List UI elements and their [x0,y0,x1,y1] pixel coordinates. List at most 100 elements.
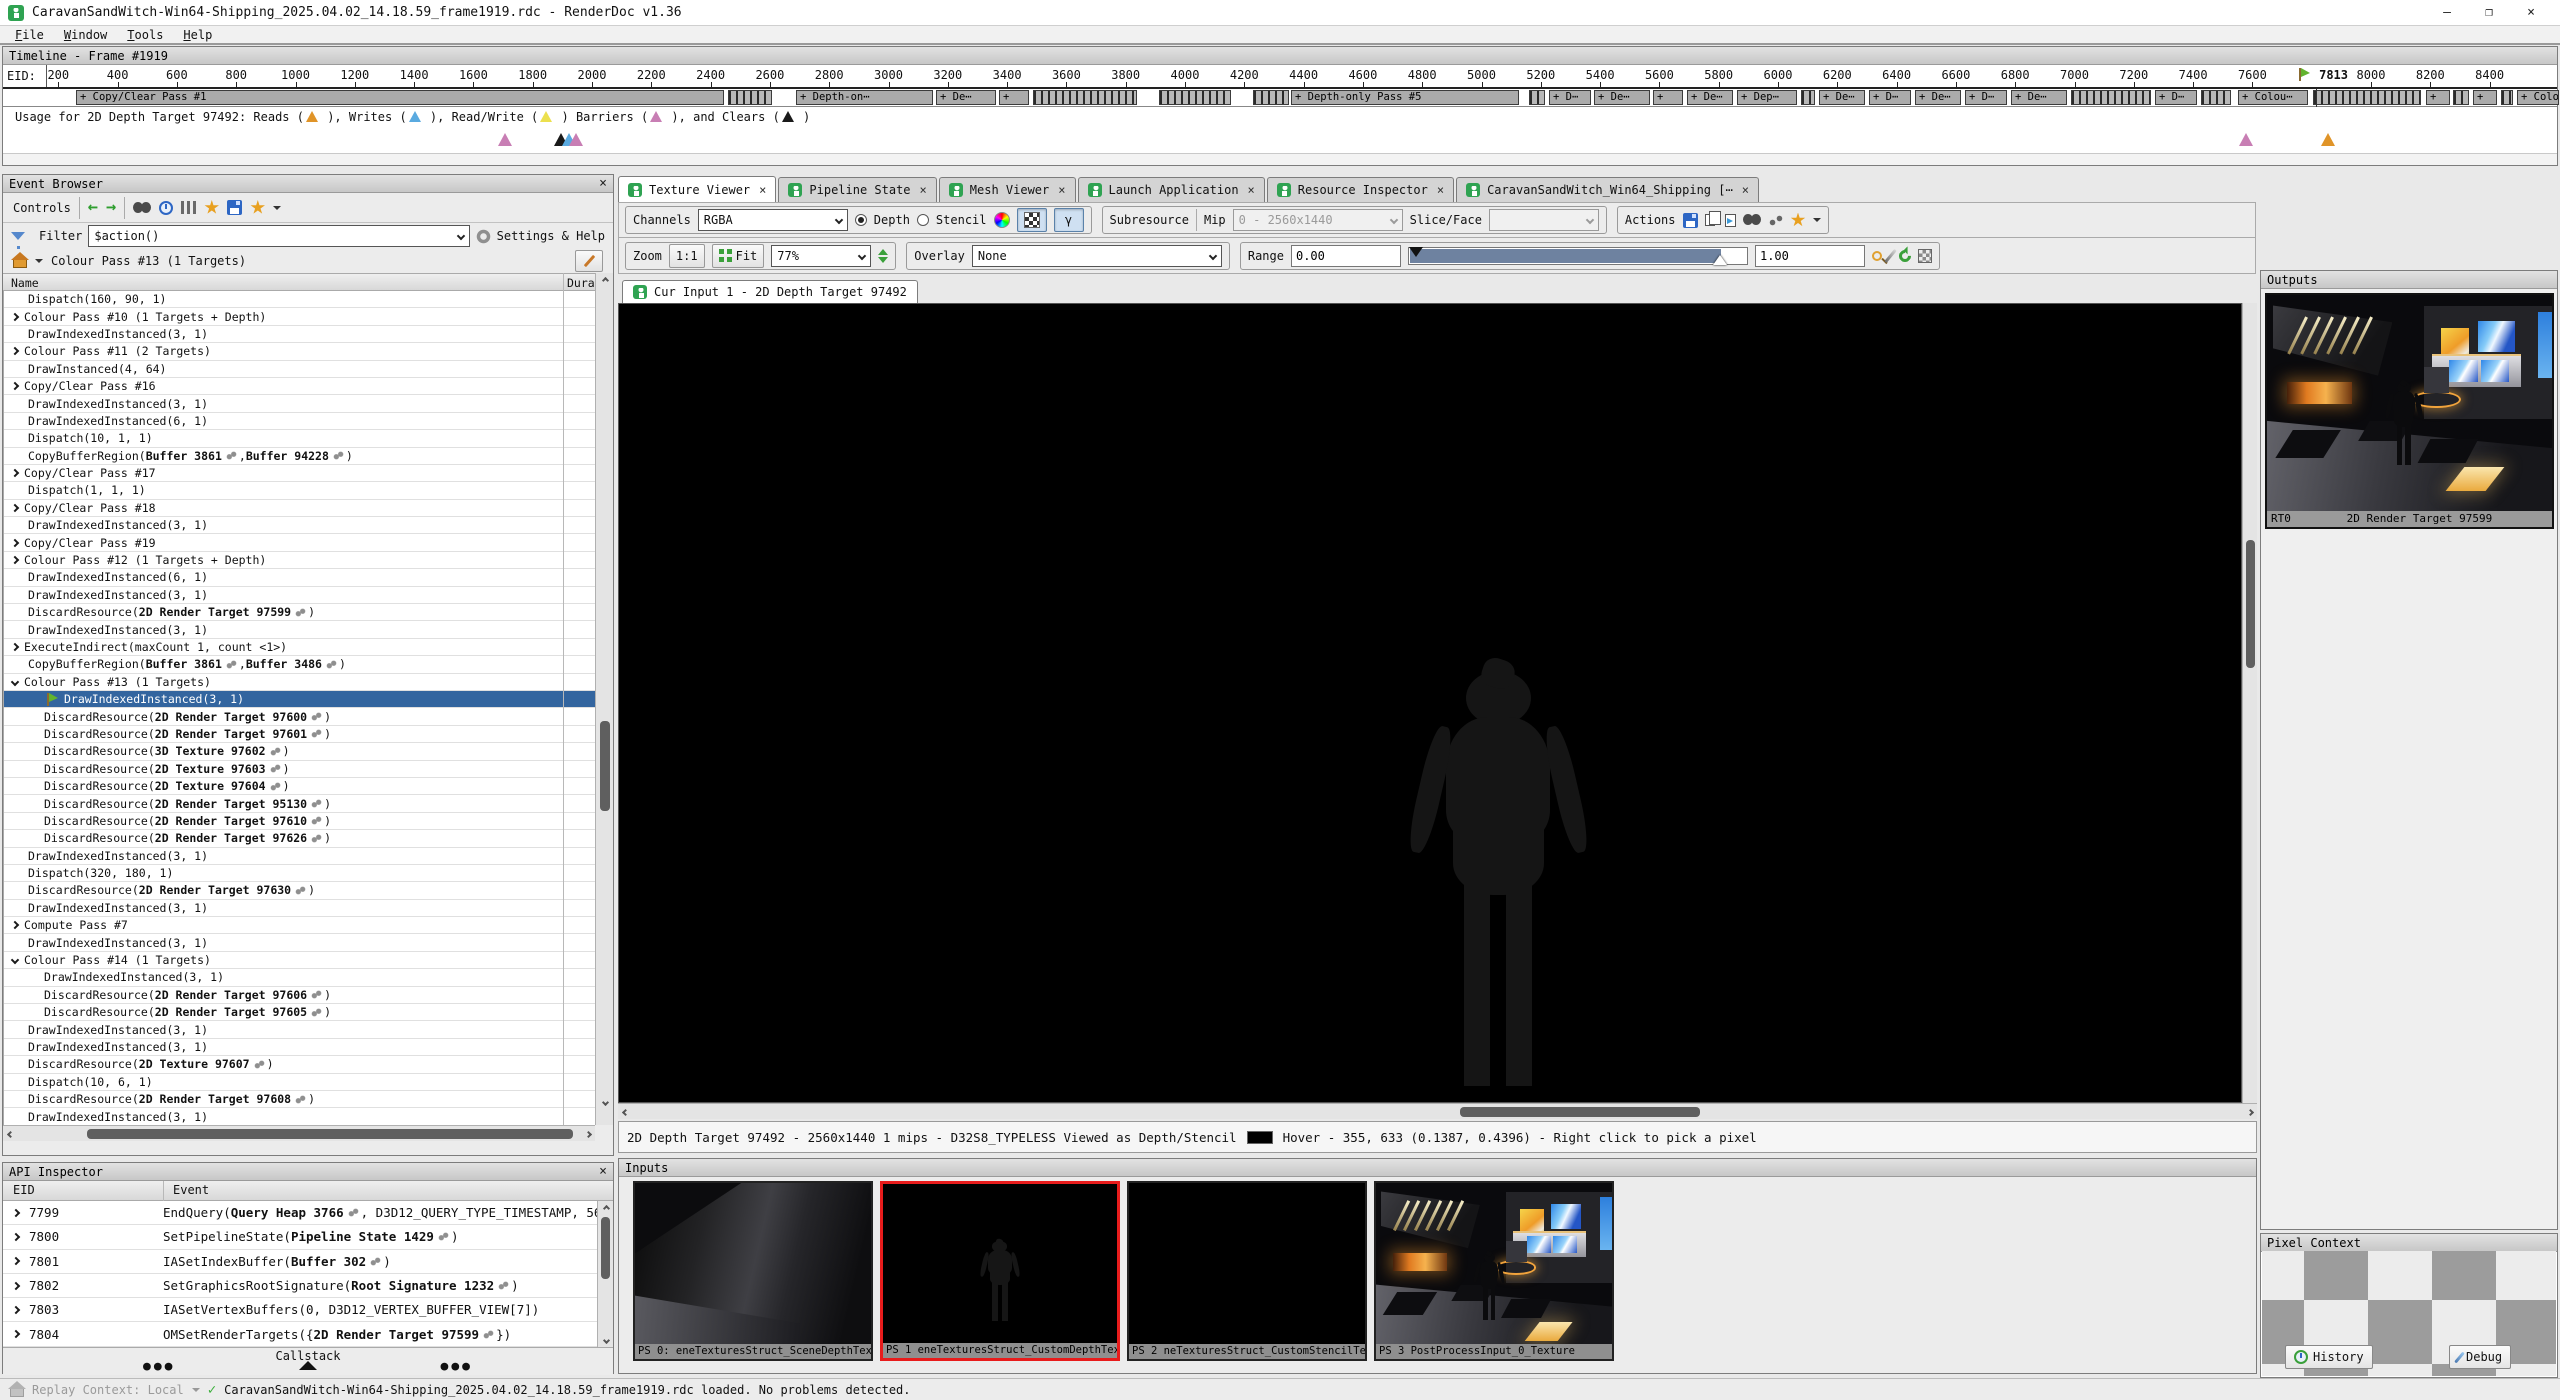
event-list-vscrollbar[interactable] [595,273,613,1125]
resource-link-icon[interactable] [267,744,283,758]
resource-link[interactable]: Buffer 3861 [146,657,222,671]
expand-icon[interactable] [12,1233,20,1241]
tab-close-icon[interactable]: × [1058,183,1065,197]
depth-radio[interactable] [855,214,867,226]
debug-button[interactable]: Debug [2449,1345,2511,1369]
texture-tab[interactable]: Cur Input 1 - 2D Depth Target 97492 [622,280,918,303]
tab-close-icon[interactable]: × [759,183,766,197]
scroll-thumb[interactable] [87,1129,573,1139]
timeline-pass-block[interactable]: + Copy/Clear Pass #1 [76,90,724,105]
event-row[interactable]: DrawIndexedInstanced(3, 1) [4,587,595,604]
resource-link[interactable]: Buffer 3486 [246,657,322,671]
link-icon[interactable] [1766,212,1784,228]
range-white-point-handle[interactable] [1713,255,1727,265]
chevron-down-icon[interactable] [35,259,43,267]
close-icon[interactable]: × [599,176,607,191]
statistics-icon[interactable] [181,201,196,214]
history-button[interactable]: History [2285,1345,2373,1369]
resource-link[interactable]: 2D Texture 97603 [155,762,266,776]
expand-icon[interactable] [11,643,19,651]
checkerboard-background-button[interactable] [1017,208,1047,232]
event-row[interactable]: DiscardResource(2D Render Target 95130) [4,795,595,812]
resource-link-icon[interactable] [496,1278,512,1292]
expand-icon[interactable] [11,469,19,477]
timeline-pass-block[interactable]: + [2473,90,2497,105]
resource-link-icon[interactable] [293,605,309,619]
close-button[interactable]: × [2510,0,2552,25]
timeline-draw-marks[interactable] [728,90,772,105]
timeline-draw-marks[interactable] [1253,90,1289,105]
event-row[interactable]: DrawIndexedInstanced(3, 1) [4,517,595,534]
scroll-thumb[interactable] [1460,1107,1700,1117]
event-row[interactable]: ExecuteIndirect(maxCount 1, count <1>) [4,639,595,656]
tab-resource-inspector[interactable]: Resource Inspector× [1267,177,1454,202]
tab-mesh-viewer[interactable]: Mesh Viewer× [939,177,1076,202]
event-row[interactable]: DiscardResource(2D Render Target 97599) [4,604,595,621]
resource-link-icon[interactable] [267,779,283,793]
replay-context-icon[interactable] [10,1389,24,1397]
event-row[interactable]: DiscardResource(2D Render Target 97626) [4,830,595,847]
expand-icon[interactable] [11,921,19,929]
resource-link[interactable]: 2D Render Target 97600 [155,710,307,724]
copy-icon[interactable] [1705,214,1715,226]
filter-input[interactable]: $action() [88,225,469,247]
chevron-down-icon[interactable] [192,1388,200,1396]
collapse-icon[interactable] [11,956,19,964]
timeline-pass-block[interactable]: + [999,90,1029,105]
overlay-select[interactable]: None [972,245,1222,267]
timeline-draw-marks[interactable] [1033,90,1137,105]
event-row[interactable]: Colour Pass #11 (2 Targets) [4,343,595,360]
find-event-icon[interactable] [133,202,151,214]
scroll-thumb[interactable] [600,721,610,811]
scroll-right-icon[interactable] [581,1127,595,1141]
event-row[interactable]: DrawIndexedInstanced(3, 1) [4,691,595,708]
resource-link[interactable]: Buffer 94228 [246,449,329,463]
minimize-button[interactable]: – [2426,0,2468,25]
flip-y-icon[interactable] [878,249,888,263]
event-row[interactable]: Dispatch(160, 90, 1) [4,291,595,308]
color-wheel-icon[interactable] [994,212,1010,228]
range-min-input[interactable] [1291,245,1401,267]
tab-close-icon[interactable]: × [1742,183,1749,197]
event-row[interactable]: DrawIndexedInstanced(6, 1) [4,569,595,586]
timeline-pass-block[interactable]: + De⋯ [1594,90,1650,105]
resource-link-icon[interactable] [324,657,340,671]
event-row[interactable]: DrawIndexedInstanced(3, 1) [4,326,595,343]
tab-close-icon[interactable]: × [920,183,927,197]
zoom-level-select[interactable]: 77% [771,245,871,267]
resource-link[interactable]: 2D Render Target 97605 [155,1005,307,1019]
chevron-down-icon[interactable] [1813,218,1821,226]
settings-help-link[interactable]: Settings & Help [497,229,605,243]
menu-file[interactable]: File [6,28,53,42]
timeline-pass-block[interactable]: + Colou⋯ [2238,90,2308,105]
zoom-fit-button[interactable]: Fit [712,244,765,268]
expand-icon[interactable] [11,382,19,390]
expand-icon[interactable] [11,538,19,546]
event-row[interactable]: DiscardResource(2D Texture 97604) [4,778,595,795]
expand-icon[interactable] [12,1208,20,1216]
event-row[interactable]: DrawInstanced(4, 64) [4,361,595,378]
event-row[interactable]: DiscardResource(2D Render Target 97630) [4,882,595,899]
step-back-button[interactable]: ← [88,199,98,216]
edit-filter-button[interactable] [575,250,603,272]
expand-icon[interactable] [12,1330,20,1338]
resource-link[interactable]: 2D Render Target 97599 [314,1327,480,1342]
open-resource-icon[interactable] [1725,214,1736,227]
event-row[interactable]: CopyBufferRegion(Buffer 3861, Buffer 348… [4,656,595,673]
resource-link[interactable]: 2D Texture 97607 [139,1057,250,1071]
resource-link-icon[interactable] [223,657,239,671]
range-histogram-icon[interactable] [1918,249,1932,263]
timeline-draw-marks[interactable] [1801,90,1815,105]
resource-link[interactable]: 2D Render Target 97630 [139,883,291,897]
api-column-header[interactable]: EID Event [3,1181,613,1201]
event-row[interactable]: DrawIndexedInstanced(3, 1) [4,1039,595,1056]
breadcrumb[interactable]: Colour Pass #13 (1 Targets) [51,254,246,268]
texture-hscrollbar[interactable] [618,1103,2257,1119]
event-list-hscrollbar[interactable] [3,1125,595,1141]
menu-help[interactable]: Help [174,28,221,42]
resource-link[interactable]: Buffer 3861 [146,449,222,463]
timeline-pass-block[interactable]: + Colour⋯ [2517,90,2559,105]
input-thumbnail[interactable]: PS 3 PostProcessInput_0_Texture [1374,1181,1614,1361]
extensions-icon[interactable] [250,200,265,215]
resource-link-icon[interactable] [309,796,325,810]
